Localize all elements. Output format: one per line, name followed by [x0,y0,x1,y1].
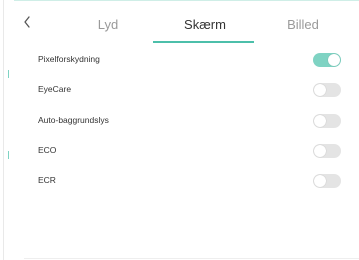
setting-label: ECO [38,145,57,155]
toggle-knob [314,145,326,157]
eco-toggle[interactable] [313,144,341,158]
setting-row-eyecare: EyeCare [0,75,359,105]
setting-row-pixelforskydning: Pixelforskydning [0,45,359,75]
toggle-knob [328,54,340,66]
toggle-knob [314,84,326,96]
pixelforskydning-toggle[interactable] [313,53,341,67]
tab-lyd[interactable]: Lyd [90,17,126,33]
setting-label: Pixelforskydning [38,54,100,64]
setting-row-eco: ECO [0,136,359,166]
settings-screen: Lyd Skærm Billed Pixelforskydning EyeCar… [0,0,359,260]
eyecare-toggle[interactable] [313,83,341,97]
toggle-knob [314,175,326,187]
setting-row-auto-baggrundslys: Auto-baggrundslys [0,106,359,136]
setting-label: EyeCare [38,84,72,94]
back-button[interactable] [20,14,36,30]
setting-label: ECR [38,175,56,185]
tab-header: Lyd Skærm Billed [0,0,359,44]
ecr-toggle[interactable] [313,174,341,188]
tab-skaerm[interactable]: Skærm [169,17,241,33]
tab-billed[interactable]: Billed [283,17,323,33]
bottom-divider [24,258,359,259]
chevron-left-icon [24,16,30,28]
active-tab-indicator [153,41,254,43]
auto-baggrundslys-toggle[interactable] [313,114,341,128]
toggle-knob [314,115,326,127]
setting-label: Auto-baggrundslys [38,115,109,125]
setting-row-ecr: ECR [0,166,359,196]
